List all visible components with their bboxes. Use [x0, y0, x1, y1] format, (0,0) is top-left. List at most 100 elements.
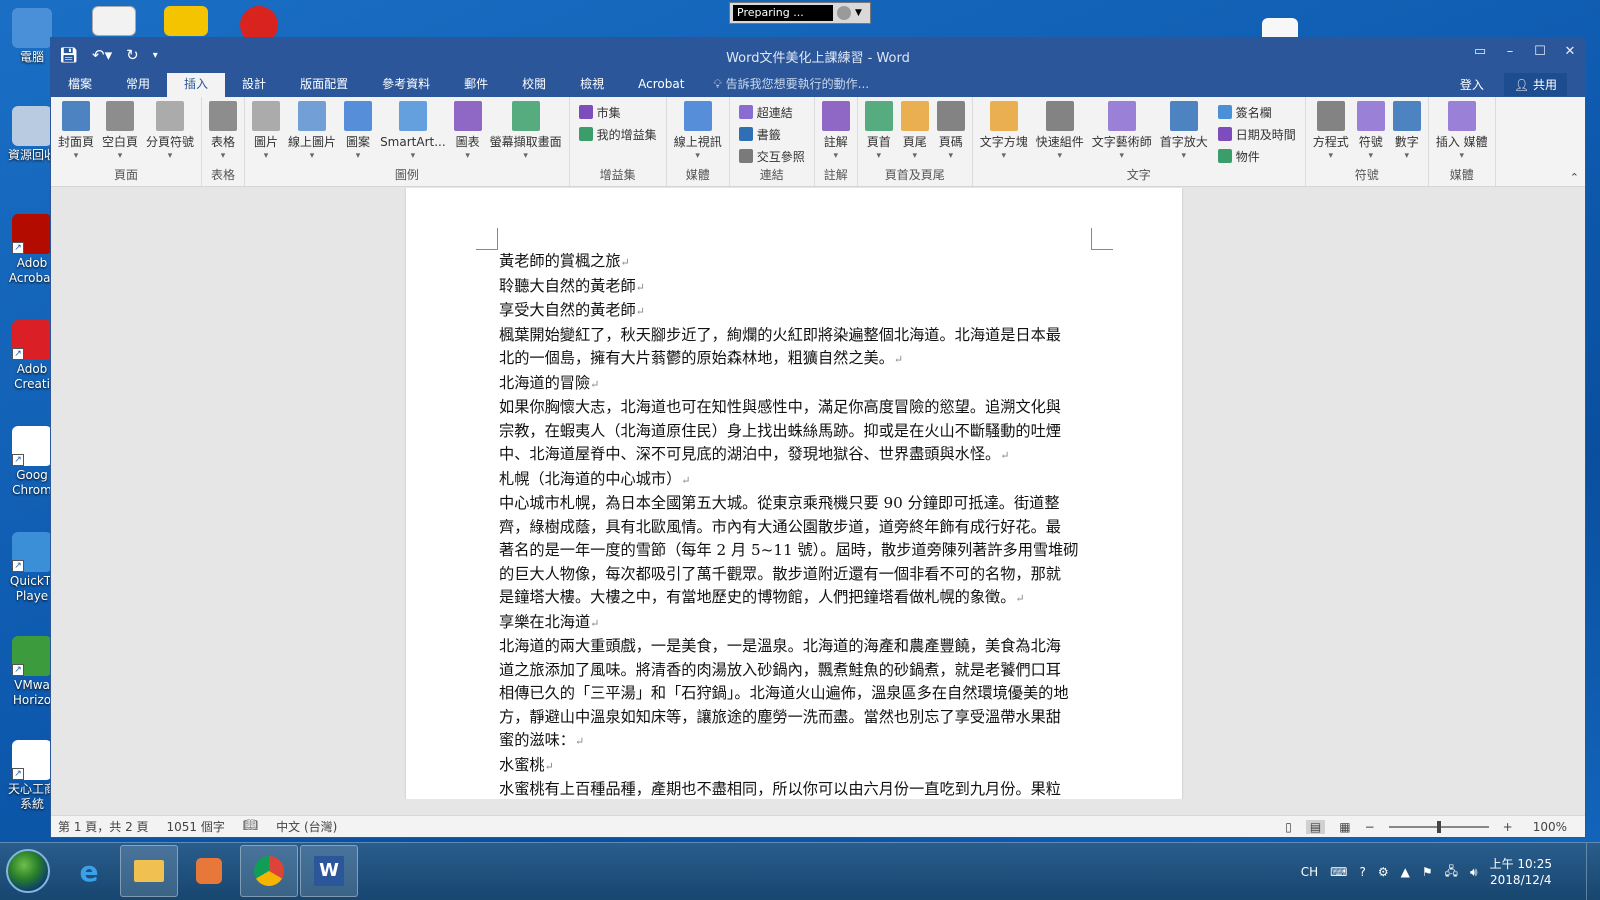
line-text: 享樂在北海道 — [499, 612, 591, 631]
customize-qat-icon[interactable]: ▾ — [153, 50, 158, 61]
read-mode-icon[interactable]: ▯ — [1285, 820, 1292, 834]
minimize-button[interactable]: – — [1495, 38, 1525, 66]
document-body[interactable]: 黃老師的賞楓之旅↵ 聆聽大自然的黃老師↵ 享受大自然的黃老師↵ 楓葉開始變紅了，秋天腳… — [499, 250, 1089, 799]
taskbar-media-player[interactable] — [180, 845, 238, 897]
paragraph-mark-icon: ↵ — [635, 305, 645, 318]
tab-2[interactable]: 插入 — [167, 73, 226, 97]
ribbon-small-button[interactable]: 市集 — [578, 103, 657, 121]
ie-icon: e — [79, 854, 99, 888]
document-line[interactable]: 水蜜桃↵ — [499, 754, 1089, 779]
document-page[interactable]: 黃老師的賞楓之旅↵ 聆聽大自然的黃老師↵ 享受大自然的黃老師↵ 楓葉開始變紅了，秋天腳… — [406, 188, 1182, 799]
document-line[interactable]: 中心城市札幌，為日本全國第五大城。從東京乘飛機只要 90 分鐘即可抵達。街道整 — [499, 492, 1089, 516]
redo-icon[interactable]: ↻ — [126, 46, 139, 64]
network-icon[interactable]: 🖧︎ — [1445, 862, 1458, 883]
document-line[interactable]: 相傳已久的「三平湯」和「石狩鍋」。北海道火山遍佈，溫泉區多在自然環境優美的地 — [499, 682, 1089, 706]
web-layout-icon[interactable]: ▦ — [1339, 820, 1350, 834]
ribbon-small-button[interactable]: 書籤 — [738, 125, 805, 143]
ribbon-display-options-icon[interactable]: ▭ — [1465, 38, 1495, 66]
help-icon[interactable]: ? — [1360, 865, 1366, 879]
keyboard-icon[interactable]: ⌨︎ — [1330, 865, 1347, 879]
zoom-slider[interactable] — [1388, 820, 1489, 833]
action-center-flag-icon[interactable]: ⚑ — [1422, 865, 1433, 879]
tab-8[interactable]: 檢視 — [563, 73, 621, 97]
line-text: 著名的是一年一度的雪節（每年 2 月 5~11 號）。屆時，散步道旁陳列著許多用… — [499, 541, 1079, 559]
language-indicator[interactable]: 中文 (台灣) — [276, 818, 337, 835]
clock-time: 上午 10:25 — [1489, 857, 1552, 871]
share-button[interactable]: 👤︎ 共用 — [1503, 73, 1567, 96]
document-line[interactable]: 著名的是一年一度的雪節（每年 2 月 5~11 號）。屆時，散步道旁陳列著許多用… — [499, 539, 1089, 563]
document-line[interactable]: 水蜜桃有上百種品種，產期也不盡相同，所以你可以由六月份一直吃到九月份。果粒 — [499, 778, 1089, 799]
calendar-app-icon[interactable] — [92, 6, 136, 36]
ime-indicator[interactable]: CH — [1301, 865, 1318, 879]
collapse-ribbon-icon[interactable]: ⌃ — [1570, 171, 1579, 184]
line-text: 道之旅添加了風味。將清香的肉湯放入砂鍋內，飄煮鮭魚的砂鍋煮，就是老饕們口耳 — [499, 660, 1061, 679]
document-line[interactable]: 蜜的滋味：↵ — [499, 729, 1089, 754]
word-count[interactable]: 1051 個字 — [167, 818, 225, 835]
tab-3[interactable]: 設計 — [225, 73, 283, 97]
tab-5[interactable]: 參考資料 — [365, 73, 447, 97]
zoom-thumb[interactable] — [1436, 820, 1441, 833]
dropdown-arrow-icon: ▾ — [1001, 151, 1006, 161]
taskbar-explorer[interactable] — [120, 845, 178, 897]
taskbar-ie[interactable]: e — [60, 845, 118, 897]
save-icon[interactable]: 💾︎ — [59, 46, 78, 64]
ribbon-small-button[interactable]: 我的增益集 — [578, 125, 657, 143]
document-line[interactable]: 楓葉開始變紅了，秋天腳步近了，絢爛的火紅即將染遍整個北海道。北海道是日本最 — [499, 324, 1089, 348]
document-line[interactable]: 享樂在北海道↵ — [499, 611, 1089, 636]
clock[interactable]: 上午 10:25 2018/12/4 — [1490, 856, 1552, 888]
undo-icon[interactable]: ↶▾ — [92, 46, 112, 64]
tab-4[interactable]: 版面配置 — [283, 73, 365, 97]
settings-icon[interactable]: ⚙︎ — [1378, 865, 1389, 879]
show-desktop-button[interactable] — [1586, 843, 1600, 900]
document-line[interactable]: 北的一個島，擁有大片蓊鬱的原始森林地，粗獷自然之美。↵ — [499, 347, 1089, 372]
document-line[interactable]: 宗教，在蝦夷人（北海道原住民）身上找出蛛絲馬跡。抑或是在火山不斷騷動的吐煙 — [499, 420, 1089, 444]
tell-me-box[interactable]: 💡︎ 告訴我您想要執行的動作... — [701, 73, 869, 97]
app-icon: ↗ — [12, 532, 52, 572]
chevron-down-icon[interactable]: ▼ — [855, 8, 862, 18]
ribbon-button-icon — [511, 101, 540, 131]
taskbar-chrome[interactable] — [240, 845, 298, 897]
document-line[interactable]: 北海道的冒險↵ — [499, 372, 1089, 397]
document-line[interactable]: 道之旅添加了風味。將清香的肉湯放入砂鍋內，飄煮鮭魚的砂鍋煮，就是老饕們口耳 — [499, 659, 1089, 683]
sign-in-link[interactable]: 登入 — [1460, 76, 1484, 93]
ribbon-small-button[interactable]: 超連結 — [738, 103, 805, 121]
ribbon-small-button[interactable]: 日期及時間 — [1217, 125, 1296, 143]
person-icon: 👤︎ — [1513, 78, 1533, 92]
document-line[interactable]: 的巨大人物像，每次都吸引了萬千觀眾。散步道附近還有一個非看不可的名物，那就 — [499, 563, 1089, 587]
proofing-icon[interactable]: 📖︎ — [243, 818, 258, 835]
document-line[interactable]: 方，靜避山中溫泉如知床等，讓旅途的塵勞一洗而盡。當然也別忘了享受溫帶水果甜 — [499, 706, 1089, 730]
document-line[interactable]: 札幌（北海道的中心城市）↵ — [499, 468, 1089, 493]
ribbon-small-button[interactable]: 物件 — [1217, 147, 1296, 165]
ribbon-small-button[interactable]: 簽名欄 — [1217, 103, 1296, 121]
zoom-in-button[interactable]: + — [1503, 820, 1513, 834]
small-button-icon — [1217, 149, 1232, 163]
page-count[interactable]: 第 1 頁，共 2 頁 — [58, 818, 149, 835]
tab-1[interactable]: 常用 — [109, 73, 167, 97]
show-hidden-icons[interactable]: ▲ — [1401, 865, 1410, 879]
record-dot-icon[interactable] — [837, 6, 851, 20]
media-player-icon[interactable] — [164, 6, 208, 36]
document-line[interactable]: 是鐘塔大樓。大樓之中，有當地歷史的博物館，人們把鐘塔看做札幌的象徵。↵ — [499, 586, 1089, 611]
close-button[interactable]: ✕ — [1555, 38, 1585, 66]
document-line[interactable]: 黃老師的賞楓之旅↵ — [499, 250, 1089, 275]
tab-9[interactable]: Acrobat — [621, 73, 701, 97]
document-line[interactable]: 中、北海道屋脊中、深不可見底的湖泊中，發現地獄谷、世界盡頭與水怪。↵ — [499, 443, 1089, 468]
taskbar-word[interactable]: W — [300, 845, 358, 897]
dropdown-arrow-icon: ▾ — [695, 151, 700, 161]
print-layout-icon[interactable]: ▤ — [1305, 819, 1326, 834]
document-line[interactable]: 享受大自然的黃老師↵ — [499, 299, 1089, 324]
tab-0[interactable]: 檔案 — [51, 73, 109, 97]
ribbon: 封面頁 ▾ 空白頁 ▾ 分頁符號 ▾ 頁面 表格 ▾ 表格 圖片 ▾ 線上圖片 ▾ 圖案 ▾ SmartArt.… — [51, 97, 1585, 187]
tab-6[interactable]: 郵件 — [447, 73, 505, 97]
tab-7[interactable]: 校閱 — [505, 73, 563, 97]
maximize-button[interactable]: ☐ — [1525, 38, 1555, 66]
document-line[interactable]: 北海道的兩大重頭戲，一是美食，一是溫泉。北海道的海產和農產豐饒，美食為北海 — [499, 635, 1089, 659]
document-line[interactable]: 齊，綠樹成蔭，具有北歐風情。市內有大通公園散步道，道旁終年飾有成行好花。最 — [499, 516, 1089, 540]
document-line[interactable]: 如果你胸懷大志，北海道也可在知性與感性中，滿足你高度冒險的慾望。追溯文化與 — [499, 396, 1089, 420]
document-line[interactable]: 聆聽大自然的黃老師↵ — [499, 275, 1089, 300]
start-button[interactable] — [6, 849, 50, 893]
ribbon-small-button[interactable]: 交互參照 — [738, 147, 805, 165]
volume-icon[interactable]: 🔊︎ — [1470, 865, 1478, 880]
zoom-level[interactable]: 100% — [1533, 820, 1567, 834]
zoom-out-button[interactable]: − — [1365, 820, 1375, 834]
